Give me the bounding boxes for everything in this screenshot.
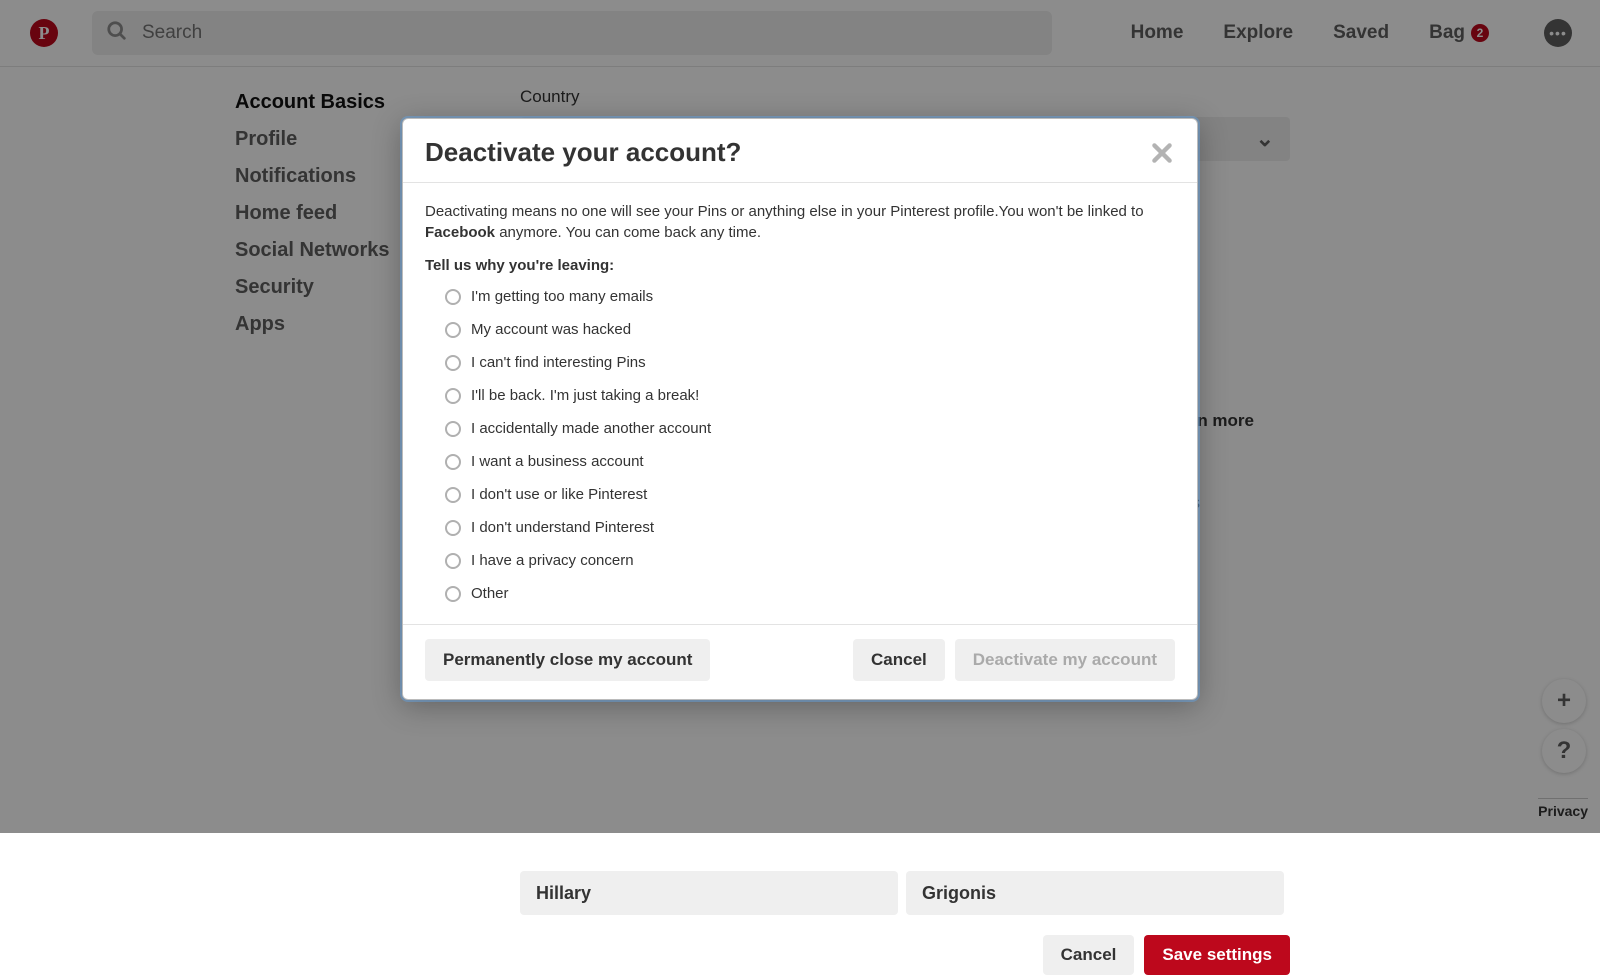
save-settings-button[interactable]: Save settings: [1144, 935, 1290, 975]
radio-icon: [445, 322, 461, 338]
reason-label: I don't use or like Pinterest: [471, 484, 647, 505]
name-row: [520, 871, 1290, 915]
reason-privacy-concern[interactable]: I have a privacy concern: [445, 550, 1175, 571]
modal-desc-part2: anymore. You can come back any time.: [495, 224, 761, 241]
settings-cancel-button[interactable]: Cancel: [1043, 935, 1135, 975]
reason-label: My account was hacked: [471, 319, 631, 340]
modal-overlay: Deactivate your account? Deactivating me…: [0, 0, 1600, 833]
close-icon[interactable]: [1149, 140, 1175, 166]
modal-cancel-button[interactable]: Cancel: [853, 639, 945, 681]
last-name-input[interactable]: [906, 871, 1284, 915]
reason-label: I accidentally made another account: [471, 418, 711, 439]
permanently-close-button[interactable]: Permanently close my account: [425, 639, 710, 681]
reason-business-account[interactable]: I want a business account: [445, 451, 1175, 472]
settings-footer-buttons: Cancel Save settings: [520, 935, 1290, 975]
radio-icon: [445, 520, 461, 536]
modal-desc-bold: Facebook: [425, 224, 495, 241]
reason-label: I'm getting too many emails: [471, 286, 653, 307]
reason-label: I can't find interesting Pins: [471, 352, 646, 373]
reason-label: I don't understand Pinterest: [471, 517, 654, 538]
reason-no-interesting-pins[interactable]: I can't find interesting Pins: [445, 352, 1175, 373]
deactivate-account-button[interactable]: Deactivate my account: [955, 639, 1175, 681]
reason-hacked[interactable]: My account was hacked: [445, 319, 1175, 340]
reason-other[interactable]: Other: [445, 583, 1175, 604]
reason-dont-understand[interactable]: I don't understand Pinterest: [445, 517, 1175, 538]
first-name-input[interactable]: [520, 871, 898, 915]
deactivate-modal: Deactivate your account? Deactivating me…: [402, 118, 1198, 700]
reason-list: I'm getting too many emails My account w…: [425, 286, 1175, 604]
modal-title: Deactivate your account?: [425, 137, 741, 168]
radio-icon: [445, 487, 461, 503]
reason-label: I'll be back. I'm just taking a break!: [471, 385, 699, 406]
radio-icon: [445, 454, 461, 470]
reason-label: I have a privacy concern: [471, 550, 634, 571]
reason-label: Other: [471, 583, 509, 604]
radio-icon: [445, 355, 461, 371]
modal-header: Deactivate your account?: [403, 119, 1197, 183]
modal-footer: Permanently close my account Cancel Deac…: [403, 624, 1197, 699]
reason-label: I want a business account: [471, 451, 644, 472]
radio-icon: [445, 388, 461, 404]
reason-dont-use[interactable]: I don't use or like Pinterest: [445, 484, 1175, 505]
reason-too-many-emails[interactable]: I'm getting too many emails: [445, 286, 1175, 307]
tell-us-label: Tell us why you're leaving:: [425, 255, 1175, 276]
modal-description: Deactivating means no one will see your …: [425, 201, 1175, 243]
radio-icon: [445, 586, 461, 602]
reason-taking-break[interactable]: I'll be back. I'm just taking a break!: [445, 385, 1175, 406]
radio-icon: [445, 553, 461, 569]
radio-icon: [445, 421, 461, 437]
modal-body: Deactivating means no one will see your …: [403, 183, 1197, 624]
radio-icon: [445, 289, 461, 305]
reason-accidental-account[interactable]: I accidentally made another account: [445, 418, 1175, 439]
modal-desc-part1: Deactivating means no one will see your …: [425, 203, 1144, 220]
